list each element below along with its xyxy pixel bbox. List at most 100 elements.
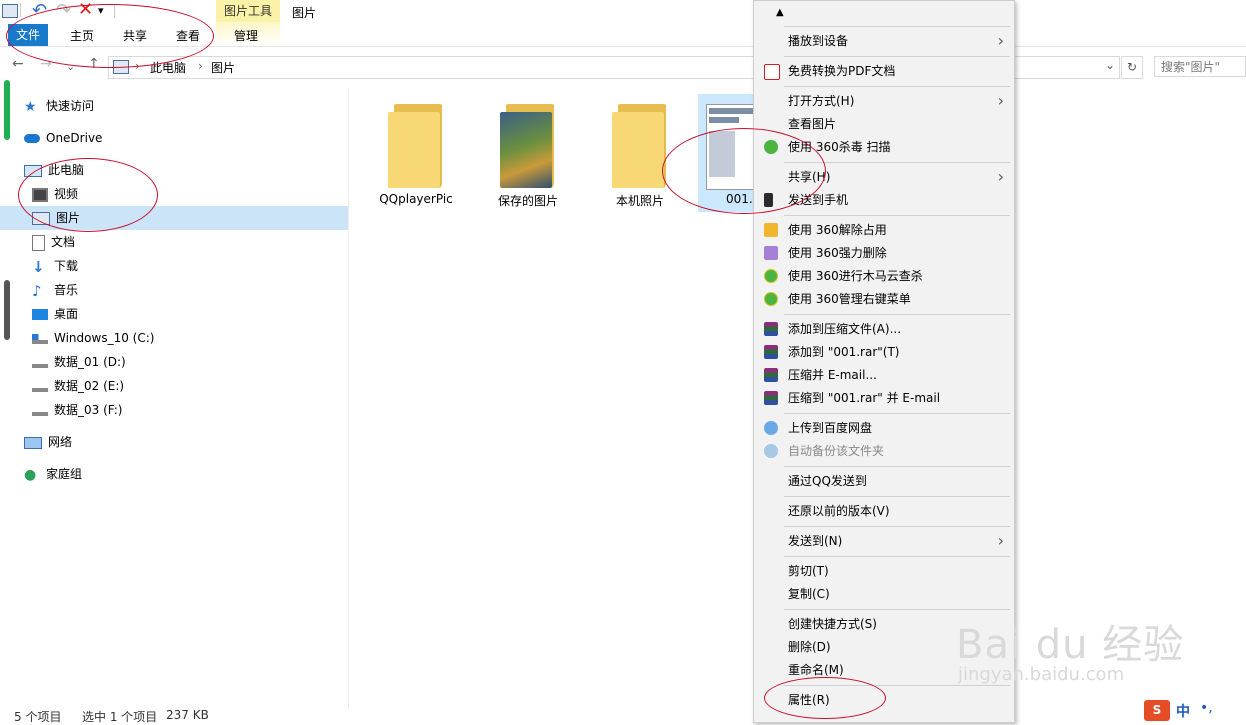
back-icon[interactable]: ← bbox=[12, 56, 24, 72]
menu-item-restore-previous[interactable]: 还原以前的版本(V) bbox=[754, 500, 1014, 522]
tab-view[interactable]: 查看 bbox=[168, 26, 208, 46]
nav-label: 下载 bbox=[54, 259, 79, 273]
menu-item-open-with[interactable]: 打开方式(H) › bbox=[754, 90, 1014, 112]
address-dropdown-icon[interactable]: ⌄ bbox=[1105, 58, 1115, 72]
chevron-right-icon: › bbox=[198, 59, 203, 73]
chevron-right-icon: › bbox=[997, 31, 1004, 50]
rar-icon bbox=[764, 322, 778, 336]
music-icon: ♪ bbox=[32, 281, 42, 300]
up-icon[interactable]: ↑ bbox=[88, 56, 100, 72]
menu-scroll-up[interactable]: ▲ bbox=[754, 2, 1014, 24]
baidu-cloud-icon bbox=[764, 444, 778, 458]
nav-item-network[interactable]: 网络 bbox=[24, 431, 72, 453]
menu-label: 播放到设备 bbox=[788, 34, 849, 48]
menu-separator bbox=[784, 496, 1010, 497]
nav-item-downloads[interactable]: ↓ 下载 bbox=[32, 255, 78, 277]
nav-item-onedrive[interactable]: OneDrive bbox=[24, 127, 102, 149]
nav-item-desktop[interactable]: 桌面 bbox=[32, 303, 78, 325]
menu-label: 使用 360强力删除 bbox=[788, 246, 887, 260]
nav-item-this-pc[interactable]: 此电脑 bbox=[24, 159, 84, 181]
menu-item-convert-pdf[interactable]: 免费转换为PDF文档 bbox=[754, 60, 1014, 82]
menu-item-properties[interactable]: 属性(R) bbox=[754, 689, 1014, 711]
menu-item-360-scan[interactable]: 使用 360杀毒 扫描 bbox=[754, 136, 1014, 158]
nav-item-videos[interactable]: 视频 bbox=[32, 183, 78, 205]
menu-item-add-to-rar[interactable]: 添加到 "001.rar"(T) bbox=[754, 341, 1014, 363]
menu-label: 查看图片 bbox=[788, 117, 837, 131]
chevron-right-icon: › bbox=[997, 167, 1004, 186]
tab-share[interactable]: 共享 bbox=[115, 26, 155, 46]
file-item[interactable]: QQplayerPic bbox=[370, 104, 462, 206]
menu-item-copy[interactable]: 复制(C) bbox=[754, 583, 1014, 605]
breadcrumb-pictures[interactable]: 图片 bbox=[211, 59, 235, 76]
menu-separator bbox=[784, 609, 1010, 610]
menu-label: 添加到 "001.rar"(T) bbox=[788, 345, 900, 359]
nav-item-drive-c[interactable]: Windows_10 (C:) bbox=[32, 327, 154, 349]
menu-item-view-picture[interactable]: 查看图片 bbox=[754, 113, 1014, 135]
menu-label: 打开方式(H) bbox=[788, 94, 855, 108]
menu-item-cut[interactable]: 剪切(T) bbox=[754, 560, 1014, 582]
nav-item-documents[interactable]: 文档 bbox=[32, 231, 75, 253]
menu-separator bbox=[784, 215, 1010, 216]
nav-item-homegroup[interactable]: ● 家庭组 bbox=[24, 463, 82, 485]
tab-home[interactable]: 主页 bbox=[62, 26, 102, 46]
menu-item-send-to-phone[interactable]: 发送到手机 bbox=[754, 189, 1014, 211]
nav-label: 桌面 bbox=[54, 307, 79, 321]
nav-item-drive-d[interactable]: 数据_01 (D:) bbox=[32, 351, 126, 373]
nav-item-music[interactable]: ♪ 音乐 bbox=[32, 279, 78, 301]
file-item[interactable]: 本机照片 bbox=[594, 104, 686, 209]
menu-item-send-via-qq[interactable]: 通过QQ发送到 bbox=[754, 470, 1014, 492]
menu-item-add-to-archive[interactable]: 添加到压缩文件(A)... bbox=[754, 318, 1014, 340]
network-icon bbox=[24, 436, 42, 449]
nav-item-drive-f[interactable]: 数据_03 (F:) bbox=[32, 399, 122, 421]
menu-label: 复制(C) bbox=[788, 587, 830, 601]
undo-icon[interactable]: ↶ bbox=[32, 0, 47, 21]
ime-language[interactable]: 中 bbox=[1176, 701, 1190, 721]
recent-dropdown-icon[interactable]: ⌄ bbox=[66, 60, 75, 73]
status-bar: 5 个项目 选中 1 个项目 237 KB bbox=[0, 704, 760, 724]
image-thumbnail[interactable] bbox=[706, 104, 756, 190]
menu-label: 属性(R) bbox=[788, 693, 830, 707]
tab-manage[interactable]: 管理 bbox=[226, 26, 266, 46]
pane-splitter[interactable] bbox=[348, 88, 349, 708]
nav-item-pictures[interactable]: 图片 bbox=[32, 207, 80, 229]
breadcrumb-this-pc[interactable]: 此电脑 bbox=[150, 59, 186, 76]
menu-item-360-trojan-scan[interactable]: 使用 360进行木马云查杀 bbox=[754, 265, 1014, 287]
nav-label: 视频 bbox=[54, 187, 79, 201]
file-name: 保存的图片 bbox=[497, 194, 558, 208]
nav-item-quick-access[interactable]: ★ 快速访问 bbox=[24, 95, 94, 117]
menu-item-compress-email[interactable]: 压缩并 E-mail... bbox=[754, 364, 1014, 386]
menu-item-360-unlock[interactable]: 使用 360解除占用 bbox=[754, 219, 1014, 241]
file-name: 本机照片 bbox=[615, 194, 664, 208]
baidu-cloud-icon bbox=[764, 421, 778, 435]
ime-logo-icon[interactable]: S bbox=[1144, 700, 1170, 721]
menu-item-cast-to-device[interactable]: 播放到设备 › bbox=[754, 30, 1014, 52]
search-input[interactable]: 搜索"图片" bbox=[1154, 56, 1246, 77]
forward-icon[interactable]: → bbox=[40, 56, 52, 72]
menu-item-360-shred[interactable]: 使用 360强力删除 bbox=[754, 242, 1014, 264]
redo-icon[interactable]: ↷ bbox=[56, 0, 71, 21]
ime-punctuation[interactable]: •, bbox=[1200, 700, 1213, 716]
nav-label: OneDrive bbox=[46, 131, 103, 145]
menu-label: 压缩到 "001.rar" 并 E-mail bbox=[788, 391, 941, 405]
file-item[interactable]: 保存的图片 bbox=[482, 104, 574, 209]
chevron-right-icon: › bbox=[997, 531, 1004, 550]
download-icon: ↓ bbox=[32, 257, 45, 276]
computer-icon bbox=[24, 164, 42, 177]
tab-file[interactable]: 文件 bbox=[8, 24, 48, 46]
menu-item-compress-rar-email[interactable]: 压缩到 "001.rar" 并 E-mail bbox=[754, 387, 1014, 409]
menu-label: 发送到手机 bbox=[788, 193, 849, 207]
customize-dropdown-icon[interactable]: ▾ bbox=[98, 4, 104, 17]
menu-item-auto-backup[interactable]: 自动备份该文件夹 bbox=[754, 440, 1014, 462]
menu-item-share[interactable]: 共享(H) › bbox=[754, 166, 1014, 188]
menu-item-send-to[interactable]: 发送到(N) › bbox=[754, 530, 1014, 552]
nav-label: 数据_03 (F:) bbox=[54, 403, 123, 417]
menu-item-upload-baidu[interactable]: 上传到百度网盘 bbox=[754, 417, 1014, 439]
menu-item-360-menu-manager[interactable]: 使用 360管理右键菜单 bbox=[754, 288, 1014, 310]
refresh-icon[interactable]: ↻ bbox=[1121, 56, 1143, 79]
delete-icon[interactable]: ✕ bbox=[78, 0, 93, 20]
nav-item-drive-e[interactable]: 数据_02 (E:) bbox=[32, 375, 124, 397]
watermark-logo: Bai du 经验 bbox=[956, 622, 1185, 668]
shield-icon bbox=[764, 140, 778, 154]
nav-label: 快速访问 bbox=[46, 99, 95, 113]
divider bbox=[20, 3, 21, 17]
